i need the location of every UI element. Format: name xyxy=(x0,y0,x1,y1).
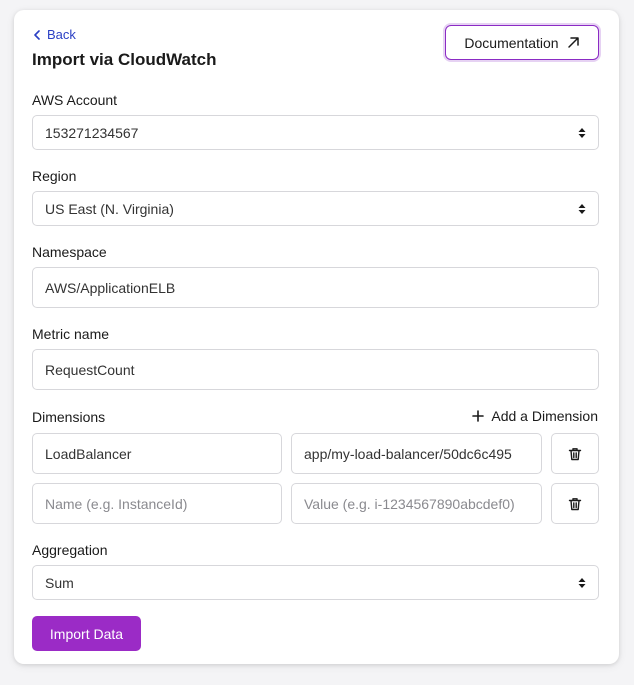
sort-caret-icon xyxy=(578,203,586,214)
metric-name-value: RequestCount xyxy=(45,361,135,378)
aws-account-value: 153271234567 xyxy=(45,124,139,141)
metric-name-input[interactable]: RequestCount xyxy=(32,349,599,390)
namespace-input[interactable]: AWS/ApplicationELB xyxy=(32,267,599,308)
trash-icon xyxy=(568,447,582,460)
aggregation-select[interactable]: Sum xyxy=(32,565,599,600)
chevron-left-icon xyxy=(34,29,40,40)
documentation-label: Documentation xyxy=(464,34,559,51)
sort-caret-icon xyxy=(578,577,586,588)
namespace-value: AWS/ApplicationELB xyxy=(45,279,176,296)
plus-icon xyxy=(472,410,485,422)
back-label: Back xyxy=(47,27,76,42)
page-title: Import via CloudWatch xyxy=(32,50,217,69)
delete-dimension-button[interactable] xyxy=(551,433,599,474)
arrow-up-right-icon xyxy=(567,37,579,48)
trash-icon xyxy=(568,497,582,510)
region-label: Region xyxy=(32,168,77,184)
back-link[interactable]: Back xyxy=(32,27,76,42)
dimension-name-input[interactable]: LoadBalancer xyxy=(32,433,282,474)
metric-name-label: Metric name xyxy=(32,326,110,342)
sort-caret-icon xyxy=(578,127,586,138)
import-data-button[interactable]: Import Data xyxy=(32,616,141,651)
dimension-name-placeholder: Name (e.g. InstanceId) xyxy=(45,495,188,512)
dimension-value-input[interactable]: Value (e.g. i-1234567890abcdef0) xyxy=(291,483,542,524)
import-card: Back Import via CloudWatch Documentation… xyxy=(14,10,619,664)
namespace-label: Namespace xyxy=(32,244,107,260)
documentation-button[interactable]: Documentation xyxy=(445,25,599,60)
dimensions-label: Dimensions xyxy=(32,409,106,425)
aws-account-select[interactable]: 153271234567 xyxy=(32,115,599,150)
dimension-value-input[interactable]: app/my-load-balancer/50dc6c495 xyxy=(291,433,542,474)
dimension-name-input[interactable]: Name (e.g. InstanceId) xyxy=(32,483,282,524)
region-select[interactable]: US East (N. Virginia) xyxy=(32,191,599,226)
dimension-value-value: app/my-load-balancer/50dc6c495 xyxy=(304,445,512,462)
dimension-value-placeholder: Value (e.g. i-1234567890abcdef0) xyxy=(304,495,515,512)
aggregation-value: Sum xyxy=(45,574,74,591)
dimension-name-value: LoadBalancer xyxy=(45,445,132,462)
aws-account-label: AWS Account xyxy=(32,92,118,108)
delete-dimension-button[interactable] xyxy=(551,483,599,524)
aggregation-label: Aggregation xyxy=(32,542,108,558)
add-dimension-button[interactable]: Add a Dimension xyxy=(472,408,598,424)
add-dimension-label: Add a Dimension xyxy=(491,408,598,424)
region-value: US East (N. Virginia) xyxy=(45,200,174,217)
